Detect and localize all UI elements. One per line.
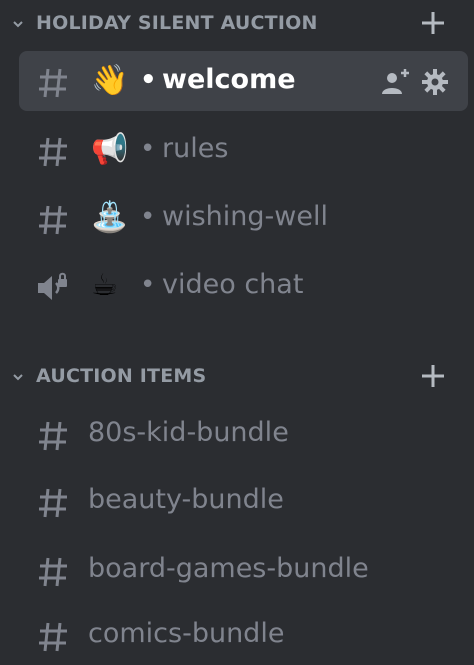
hashtag-icon — [39, 137, 67, 167]
invite-member-icon[interactable] — [380, 67, 410, 97]
hashtag-icon — [39, 622, 67, 652]
channel-emoji: 📢 — [91, 132, 129, 167]
hashtag-icon — [39, 488, 67, 518]
channel-name: 80s-kid-bundle — [88, 417, 289, 448]
channel-name: beauty-bundle — [88, 484, 284, 515]
channel-rules[interactable]: 📢 • rules — [19, 120, 468, 180]
category-label: HOLIDAY SILENT AUCTION — [36, 12, 318, 34]
channel-name: board-games-bundle — [88, 553, 369, 584]
channel-emoji: ⛲ — [91, 200, 129, 235]
channel-emoji: 👋 — [91, 63, 129, 98]
separator-dot: • — [140, 202, 156, 232]
channel-wishing-well[interactable]: ⛲ • wishing-well — [19, 188, 468, 248]
channel-emoji: ☕ — [91, 268, 118, 303]
channel-board-games-bundle[interactable]: board-games-bundle — [19, 540, 468, 600]
hashtag-icon — [39, 421, 67, 451]
separator-dot: • — [140, 134, 156, 164]
locked-speaker-icon — [38, 272, 67, 300]
channel-video-chat[interactable]: ☕ • video chat — [19, 256, 468, 316]
channel-welcome[interactable]: 👋 • welcome — [19, 51, 468, 111]
category-auction-items[interactable]: AUCTION ITEMS — [0, 356, 474, 396]
channel-name: wishing-well — [162, 201, 328, 232]
channel-80s-kid-bundle[interactable]: 80s-kid-bundle — [19, 404, 468, 464]
category-holiday-silent-auction[interactable]: HOLIDAY SILENT AUCTION — [0, 3, 474, 43]
channel-name: comics-bundle — [88, 618, 285, 649]
channel-sidebar: HOLIDAY SILENT AUCTION 👋 • welcome 📢 • r… — [0, 0, 474, 665]
plus-icon[interactable] — [420, 363, 446, 389]
channel-beauty-bundle[interactable]: beauty-bundle — [19, 471, 468, 531]
plus-icon[interactable] — [420, 10, 446, 36]
separator-dot: • — [140, 270, 156, 300]
channel-name: rules — [162, 133, 229, 164]
category-label: AUCTION ITEMS — [36, 365, 207, 387]
channel-name: video chat — [162, 269, 304, 300]
separator-dot: • — [140, 65, 157, 95]
chevron-down-icon — [13, 21, 23, 28]
hashtag-icon — [39, 205, 67, 235]
channel-actions — [380, 67, 450, 97]
hashtag-icon — [39, 557, 67, 587]
gear-icon[interactable] — [420, 67, 450, 97]
channel-name: welcome — [162, 64, 296, 95]
chevron-down-icon — [13, 374, 23, 381]
channel-comics-bundle[interactable]: comics-bundle — [19, 605, 468, 665]
hashtag-icon — [39, 68, 67, 98]
